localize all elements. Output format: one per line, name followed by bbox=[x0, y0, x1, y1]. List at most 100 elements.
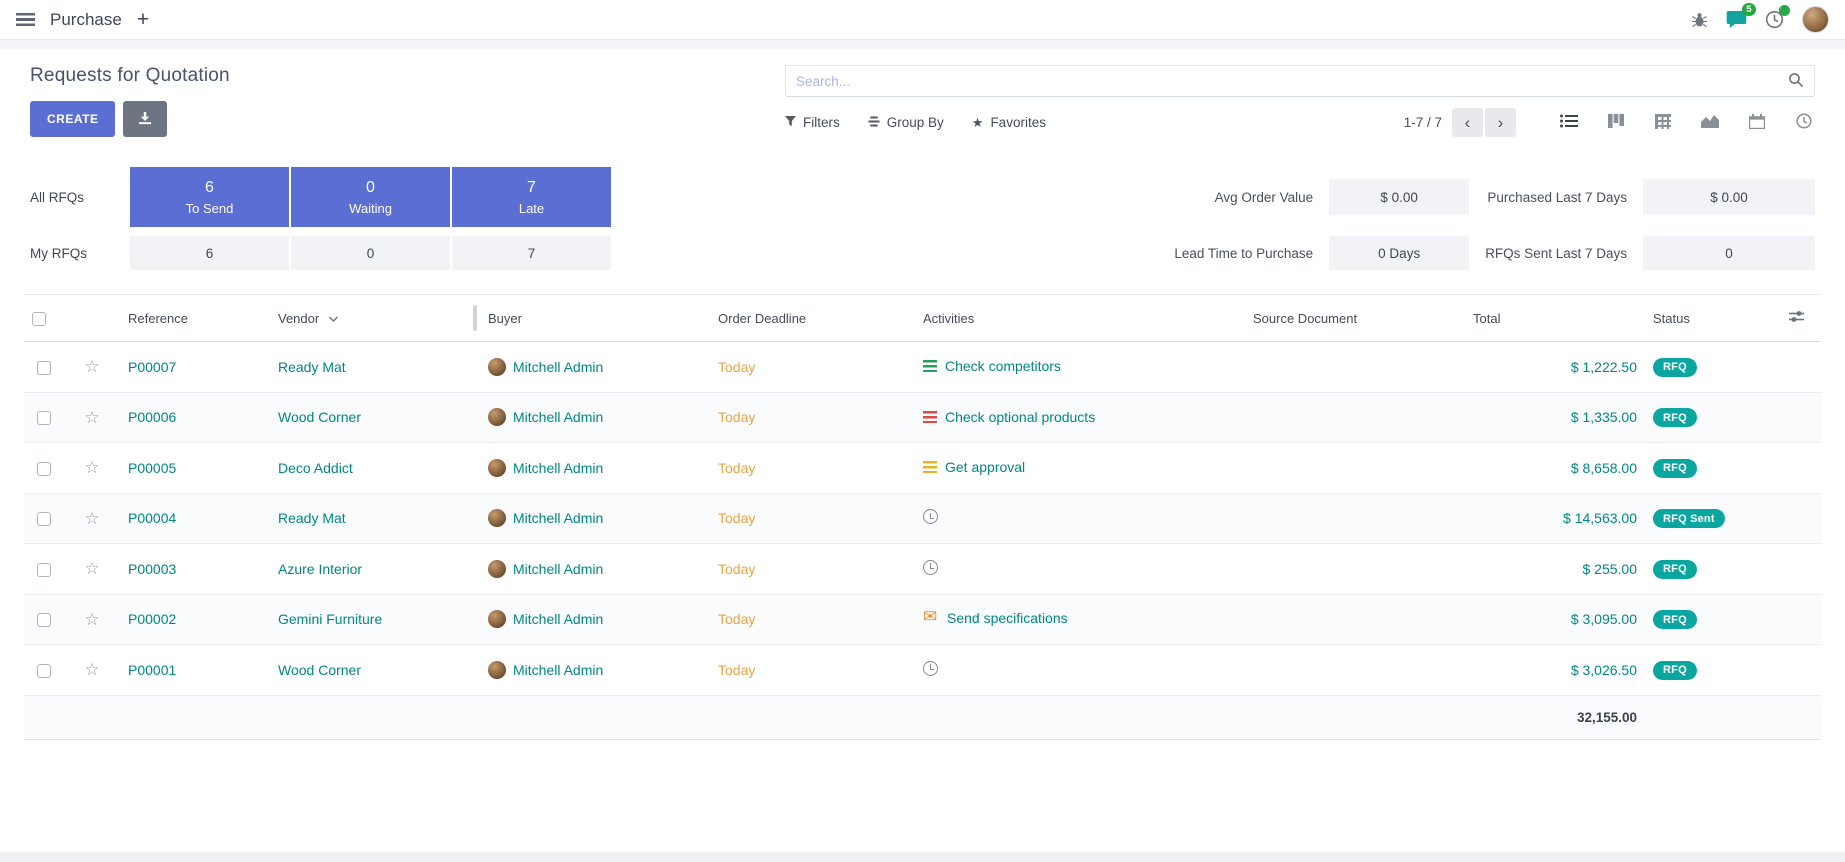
column-header-vendor[interactable]: Vendor bbox=[270, 295, 480, 342]
buyer-name[interactable]: Mitchell Admin bbox=[513, 662, 603, 678]
my-late-count[interactable]: 7 bbox=[452, 236, 611, 270]
view-list-button[interactable] bbox=[1558, 113, 1580, 133]
search-icon[interactable] bbox=[1788, 72, 1804, 91]
vendor-link[interactable]: Deco Addict bbox=[278, 460, 353, 476]
table-row[interactable]: ☆ P00002 Gemini Furniture Mitchell Admin… bbox=[24, 594, 1821, 645]
user-avatar[interactable] bbox=[1802, 6, 1829, 33]
table-row[interactable]: ☆ P00001 Wood Corner Mitchell Admin Toda… bbox=[24, 645, 1821, 696]
late-count: 7 bbox=[527, 179, 536, 197]
buyer-name[interactable]: Mitchell Admin bbox=[513, 611, 603, 627]
new-tab-button[interactable]: + bbox=[137, 10, 149, 30]
row-checkbox[interactable] bbox=[37, 664, 51, 678]
order-deadline: Today bbox=[718, 460, 755, 476]
reference-link[interactable]: P00003 bbox=[128, 561, 176, 577]
favorite-star-icon[interactable]: ☆ bbox=[84, 408, 99, 427]
row-checkbox[interactable] bbox=[37, 563, 51, 577]
select-all-checkbox[interactable] bbox=[32, 312, 46, 326]
buyer-name[interactable]: Mitchell Admin bbox=[513, 409, 603, 425]
column-header-order-deadline[interactable]: Order Deadline bbox=[710, 295, 915, 342]
tile-to-send[interactable]: 6 To Send bbox=[130, 167, 289, 227]
column-header-reference[interactable]: Reference bbox=[120, 295, 270, 342]
vendor-link[interactable]: Wood Corner bbox=[278, 662, 361, 678]
pager-previous-button[interactable]: ‹ bbox=[1452, 108, 1483, 137]
activity-cell[interactable]: Check competitors bbox=[923, 358, 1061, 374]
view-activity-button[interactable] bbox=[1793, 113, 1815, 133]
favorite-star-icon[interactable]: ☆ bbox=[84, 610, 99, 629]
row-checkbox[interactable] bbox=[37, 613, 51, 627]
row-checkbox[interactable] bbox=[37, 361, 51, 375]
favorite-star-icon[interactable]: ☆ bbox=[84, 559, 99, 578]
row-checkbox[interactable] bbox=[37, 411, 51, 425]
favorite-star-icon[interactable]: ☆ bbox=[84, 357, 99, 376]
to-send-label: To Send bbox=[186, 201, 234, 216]
search-tools-row: Filters Group By ★ Favorites 1-7 / 7 ‹ bbox=[785, 108, 1815, 137]
activity-cell[interactable] bbox=[923, 509, 946, 524]
favorite-star-icon[interactable]: ☆ bbox=[84, 660, 99, 679]
vendor-link[interactable]: Ready Mat bbox=[278, 359, 346, 375]
optional-columns-button[interactable] bbox=[1781, 295, 1821, 342]
search-input[interactable] bbox=[796, 74, 1788, 89]
column-resize-handle[interactable] bbox=[473, 305, 477, 331]
column-header-activities[interactable]: Activities bbox=[915, 295, 1245, 342]
activity-cell[interactable] bbox=[923, 560, 946, 575]
table-row[interactable]: ☆ P00005 Deco Addict Mitchell Admin Toda… bbox=[24, 443, 1821, 494]
my-to-send-count[interactable]: 6 bbox=[130, 236, 289, 270]
favorite-star-icon[interactable]: ☆ bbox=[84, 458, 99, 477]
row-checkbox[interactable] bbox=[37, 512, 51, 526]
table-row[interactable]: ☆ P00004 Ready Mat Mitchell Admin Today … bbox=[24, 493, 1821, 544]
view-graph-button[interactable] bbox=[1699, 113, 1721, 133]
group-by-icon bbox=[868, 115, 880, 130]
control-panel-right: Filters Group By ★ Favorites 1-7 / 7 ‹ bbox=[785, 65, 1815, 137]
reference-link[interactable]: P00001 bbox=[128, 662, 176, 678]
filters-button[interactable]: Filters bbox=[785, 115, 840, 130]
buyer-name[interactable]: Mitchell Admin bbox=[513, 561, 603, 577]
app-name[interactable]: Purchase bbox=[50, 10, 122, 30]
search-box bbox=[785, 65, 1815, 97]
group-by-button[interactable]: Group By bbox=[868, 115, 944, 130]
reference-link[interactable]: P00004 bbox=[128, 510, 176, 526]
reference-link[interactable]: P00002 bbox=[128, 611, 176, 627]
column-header-source-document[interactable]: Source Document bbox=[1245, 295, 1465, 342]
reference-link[interactable]: P00007 bbox=[128, 359, 176, 375]
vendor-link[interactable]: Wood Corner bbox=[278, 409, 361, 425]
activity-cell[interactable]: Check optional products bbox=[923, 409, 1095, 425]
view-kanban-button[interactable] bbox=[1605, 113, 1627, 133]
activity-cell[interactable]: Send specifications bbox=[923, 610, 1068, 626]
export-button[interactable] bbox=[123, 101, 167, 137]
activity-cell[interactable]: Get approval bbox=[923, 459, 1025, 475]
activity-cell[interactable] bbox=[923, 661, 946, 676]
column-header-status[interactable]: Status bbox=[1645, 295, 1781, 342]
view-calendar-button[interactable] bbox=[1746, 113, 1768, 133]
favorite-star-icon[interactable]: ☆ bbox=[84, 509, 99, 528]
vendor-link[interactable]: Gemini Furniture bbox=[278, 611, 382, 627]
debug-bug-icon[interactable] bbox=[1691, 12, 1708, 28]
table-row[interactable]: ☆ P00006 Wood Corner Mitchell Admin Toda… bbox=[24, 392, 1821, 443]
pager-next-button[interactable]: › bbox=[1485, 108, 1516, 137]
buyer-name[interactable]: Mitchell Admin bbox=[513, 460, 603, 476]
my-rfqs-label: My RFQs bbox=[30, 246, 130, 261]
navbar-separator bbox=[0, 40, 1845, 49]
activity-label: Get approval bbox=[945, 459, 1025, 475]
view-pivot-button[interactable] bbox=[1652, 113, 1674, 133]
column-header-total[interactable]: Total bbox=[1465, 295, 1645, 342]
column-header-buyer[interactable]: Buyer bbox=[480, 295, 710, 342]
tile-late[interactable]: 7 Late bbox=[452, 167, 611, 227]
row-checkbox[interactable] bbox=[37, 462, 51, 476]
table-row[interactable]: ☆ P00003 Azure Interior Mitchell Admin T… bbox=[24, 544, 1821, 595]
vendor-link[interactable]: Ready Mat bbox=[278, 510, 346, 526]
favorites-button[interactable]: ★ Favorites bbox=[972, 115, 1046, 130]
purchased-last-7-days: $ 0.00 bbox=[1643, 179, 1815, 215]
activities-clock-icon[interactable] bbox=[1765, 10, 1784, 29]
reference-link[interactable]: P00005 bbox=[128, 460, 176, 476]
buyer-avatar bbox=[488, 560, 506, 578]
buyer-name[interactable]: Mitchell Admin bbox=[513, 359, 603, 375]
buyer-name[interactable]: Mitchell Admin bbox=[513, 510, 603, 526]
create-button[interactable]: CREATE bbox=[30, 101, 115, 137]
apps-menu-icon[interactable] bbox=[16, 13, 35, 26]
messages-icon[interactable]: 5 bbox=[1726, 10, 1747, 29]
reference-link[interactable]: P00006 bbox=[128, 409, 176, 425]
my-waiting-count[interactable]: 0 bbox=[291, 236, 450, 270]
table-row[interactable]: ☆ P00007 Ready Mat Mitchell Admin Today … bbox=[24, 342, 1821, 393]
vendor-link[interactable]: Azure Interior bbox=[278, 561, 362, 577]
tile-waiting[interactable]: 0 Waiting bbox=[291, 167, 450, 227]
